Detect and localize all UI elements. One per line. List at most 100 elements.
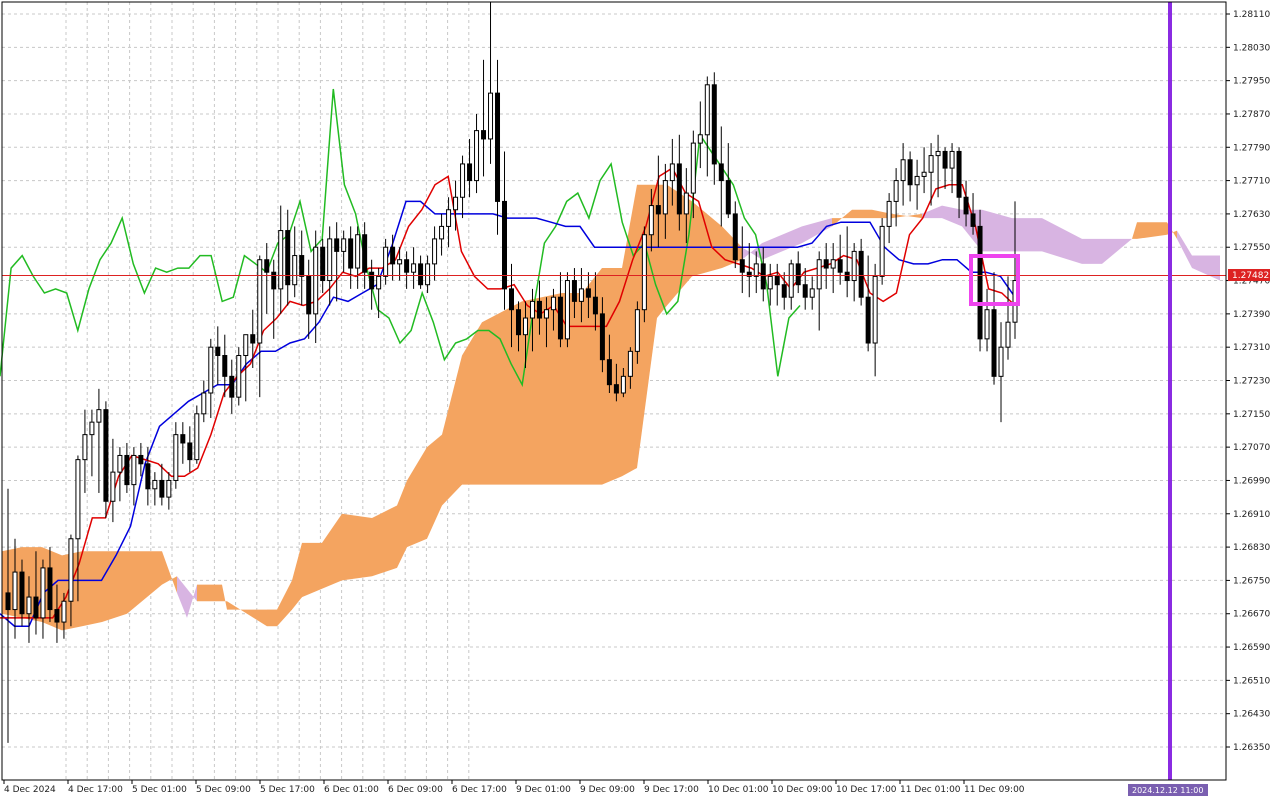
candle-body-bullish [376, 275, 382, 290]
cloud-segment-bearish [762, 226, 802, 260]
candle-body-bearish [54, 609, 60, 623]
candle-body-bearish [369, 271, 375, 290]
candle-body-bearish [557, 296, 563, 340]
candle-body-bearish [942, 150, 948, 169]
candle-body-bullish [984, 309, 990, 340]
candle-body-bullish [830, 259, 836, 269]
candle-body-bullish [152, 479, 158, 490]
candle-body-bearish [222, 355, 228, 377]
chart[interactable]: 1.28110 1.28030 1.27950 1.27870 1.27790 1.277… [0, 0, 1280, 800]
candle-body-bearish [977, 225, 983, 340]
cloud-segment-bullish [637, 184, 657, 468]
candle-body-bearish [760, 263, 766, 290]
candle-body-bullish [809, 288, 815, 298]
candle-body-bullish [893, 180, 899, 202]
candle-body-bearish [963, 196, 969, 215]
candle-body-bearish [907, 159, 913, 186]
current-price-text: 1.27482 [1232, 271, 1269, 281]
time-tick-label: 9 Dec 09:00 [580, 785, 635, 795]
candle-body-bullish [460, 163, 466, 198]
candle-body-bearish [138, 454, 144, 465]
candle-body-bullish [564, 280, 570, 340]
candle-body-bullish [998, 346, 1004, 377]
candle-body-bearish [145, 463, 151, 490]
candle-body-bullish [851, 250, 857, 282]
candle-body-bullish [173, 434, 179, 481]
ichimoku-chart-svg[interactable]: 1.28110 1.28030 1.27950 1.27870 1.27790 1.277… [0, 0, 1280, 800]
cloud-segment-bullish [342, 513, 372, 581]
candle-body-bearish [823, 259, 829, 269]
candle-body-bearish [390, 246, 396, 265]
cloud-segment-bullish [372, 505, 397, 577]
time-tick-label: 5 Dec 09:00 [196, 785, 251, 795]
cloud-segment-bearish [1192, 255, 1220, 281]
price-axis[interactable]: 1.28110 1.28030 1.27950 1.27870 1.27790 1.277… [1226, 10, 1270, 753]
cloud-segment-bearish [982, 209, 1012, 252]
cloud-segment-bullish [1137, 222, 1167, 239]
candle-body-bearish [467, 163, 473, 182]
cloud-segment-bullish [102, 551, 127, 623]
candle-body-bullish [82, 434, 88, 461]
candle-body-bullish [96, 409, 102, 423]
time-tick-label: 9 Dec 17:00 [644, 785, 699, 795]
candle-body-bearish [732, 213, 738, 261]
price-tick-label: 1.26750 [1233, 576, 1270, 586]
candle-body-bearish [837, 259, 843, 273]
candle-body-bearish [515, 309, 521, 336]
candle-body-bullish [627, 350, 633, 377]
candle-body-bullish [411, 263, 417, 273]
candle-body-bullish [327, 238, 333, 282]
candle-body-bearish [858, 250, 864, 298]
candle-body-bearish [795, 263, 801, 286]
cloud-segment-bearish [1082, 238, 1102, 264]
candle-body-bullish [879, 225, 885, 277]
price-tick-label: 1.26910 [1233, 510, 1270, 520]
candle-body-bullish [257, 259, 263, 344]
candle-body-bearish [802, 284, 808, 298]
price-tick-label: 1.26350 [1233, 743, 1270, 753]
candle-body-bullish [446, 209, 452, 227]
time-tick-label: 6 Dec 17:00 [452, 785, 507, 795]
price-tick-label: 1.27630 [1233, 210, 1270, 220]
time-axis[interactable]: 4 Dec 2024 4 Dec 17:00 5 Dec 01:00 5 Dec 09… [3, 780, 1025, 795]
candle-body-bullish [236, 355, 242, 398]
cloud-segment-bullish [582, 268, 602, 485]
candle-body-bullish [683, 192, 689, 215]
time-tick-label: 6 Dec 09:00 [388, 785, 443, 795]
candle-body-bullish [292, 255, 298, 286]
candle-body-bearish [285, 230, 291, 286]
time-tick-label: 5 Dec 01:00 [132, 785, 187, 795]
candle-body-bullish [439, 225, 445, 240]
candle-body-bearish [956, 150, 962, 198]
candle-body-bullish [921, 171, 927, 177]
candle-body-bearish [970, 213, 976, 227]
price-tick-label: 1.28030 [1233, 43, 1270, 53]
cloud-segment-bullish [222, 584, 227, 610]
candle-body-bearish [418, 263, 424, 286]
candle-body-bullish [578, 288, 584, 302]
candle-body-bearish [124, 454, 130, 486]
cloud-segment-bullish [1132, 222, 1137, 239]
time-tick-label: 4 Dec 2024 [4, 785, 56, 795]
cloud-segment-bullish [442, 355, 462, 506]
candle-body-bullish [341, 238, 347, 252]
candle-body-bullish [1005, 321, 1011, 348]
future-time-label: 2024.12.12 11:00 [1128, 784, 1208, 796]
candle-body-bearish [334, 238, 340, 252]
cloud-segment-bearish [187, 584, 197, 618]
cloud-segment-bullish [292, 542, 302, 610]
candle-body-bullish [397, 259, 403, 265]
candle-body-bearish [571, 280, 577, 302]
cloud-segment-bearish [1012, 218, 1042, 252]
candle-body-bullish [914, 175, 920, 186]
candle-body-bearish [47, 567, 53, 611]
candle-body-bearish [271, 271, 277, 290]
cloud-segment-bearish [1042, 218, 1082, 264]
candle-body-bullish [40, 567, 46, 619]
cloud-segment-bullish [277, 580, 292, 627]
future-time-text: 2024.12.12 11:00 [1132, 786, 1203, 795]
candle-body-bearish [250, 334, 256, 344]
candle-body-bearish [718, 163, 724, 182]
candle-body-bullish [110, 471, 116, 502]
cloud-segment-bearish [1102, 238, 1132, 264]
